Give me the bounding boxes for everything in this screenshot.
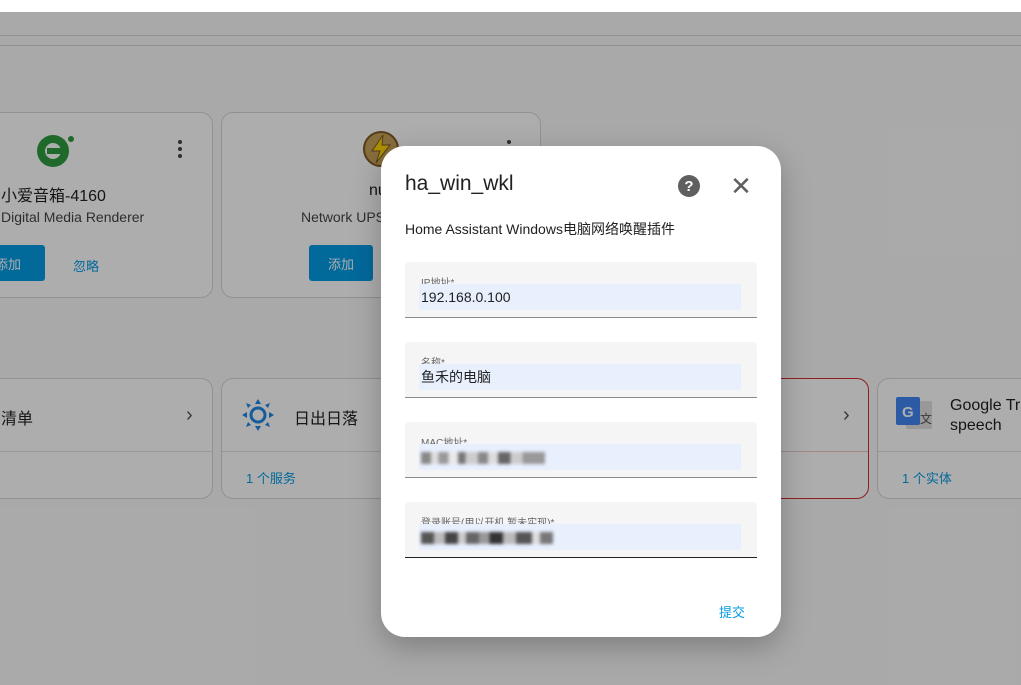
close-icon[interactable]: ✕ <box>730 173 752 199</box>
redacted-value <box>421 532 553 545</box>
dialog-description: Home Assistant Windows电脑网络唤醒插件 <box>405 221 675 237</box>
login-account-input[interactable] <box>419 524 741 550</box>
mac-address-input[interactable] <box>419 444 741 470</box>
dialog-title: ha_win_wkl <box>405 172 514 195</box>
submit-button[interactable]: 提交 <box>719 602 745 621</box>
help-circle-icon[interactable]: ? <box>678 175 700 197</box>
redacted-value <box>421 452 545 465</box>
name-input[interactable]: 鱼禾的电脑 <box>419 364 741 390</box>
mac-address-field[interactable]: MAC地址* <box>405 422 757 478</box>
ip-address-field[interactable]: IP地址* 192.168.0.100 <box>405 262 757 318</box>
name-field[interactable]: 名称* 鱼禾的电脑 <box>405 342 757 398</box>
login-account-field[interactable]: 登录账号(用以开机,暂未实现)* <box>405 502 757 558</box>
config-flow-dialog: ha_win_wkl ? ✕ Home Assistant Windows电脑网… <box>381 146 781 637</box>
ip-address-input[interactable]: 192.168.0.100 <box>419 284 741 310</box>
